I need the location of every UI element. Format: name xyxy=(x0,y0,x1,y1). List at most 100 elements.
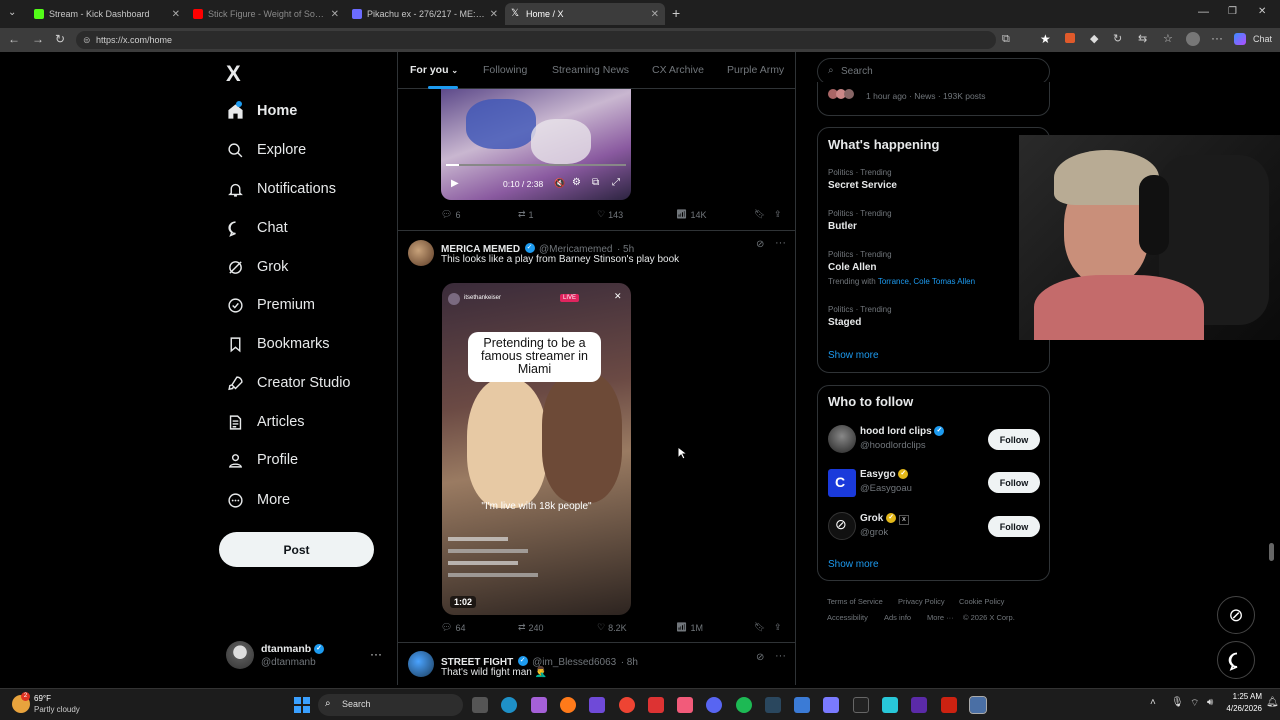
footer-link-privacy[interactable]: Privacy Policy xyxy=(898,597,945,606)
post-button[interactable]: Post xyxy=(219,532,374,567)
chat-button[interactable]: Chat xyxy=(1253,34,1272,44)
browser-tab-x[interactable]: 𝕏 Home / X ✕ xyxy=(505,3,665,25)
nav-explore[interactable]: Explore xyxy=(226,135,306,165)
user-name[interactable]: hood lord clips ✓ xyxy=(860,426,945,437)
show-more-link[interactable]: Show more xyxy=(828,559,879,570)
follow-button[interactable]: Follow xyxy=(988,472,1040,493)
reply-button[interactable]: 💬︎ 64 xyxy=(441,622,465,633)
menu-icon[interactable]: ··· xyxy=(1211,31,1223,45)
firefox-icon[interactable] xyxy=(560,697,576,713)
taskbar-search[interactable]: ⌕ Search xyxy=(318,694,463,716)
views-button[interactable]: 📶︎ 1M xyxy=(676,622,703,633)
grok-icon[interactable]: ⊘ xyxy=(756,239,764,250)
trend-item[interactable]: Politics · Trending Butler xyxy=(828,209,892,232)
spotify-icon[interactable] xyxy=(736,697,752,713)
app-icon[interactable] xyxy=(969,696,987,714)
windows-start-icon[interactable] xyxy=(294,697,310,713)
trend-item[interactable]: Politics · Trending Staged xyxy=(828,305,892,328)
bookmark-button[interactable]: 🔖︎ xyxy=(754,622,765,633)
app-icon[interactable] xyxy=(589,697,605,713)
like-button[interactable]: ♡ 8.2K xyxy=(597,622,627,633)
tab-cx-archive[interactable]: CX Archive xyxy=(652,64,704,76)
nav-profile[interactable]: Profile xyxy=(226,445,298,475)
follow-button[interactable]: Follow xyxy=(988,516,1040,537)
user-avatar[interactable]: C xyxy=(828,469,856,497)
mute-icon[interactable]: 🔇 xyxy=(554,178,565,189)
browser-tab-pikachu[interactable]: Pikachu ex - 276/217 - ME: Ascen ✕ xyxy=(346,3,504,25)
search-box[interactable]: ⌕ Search xyxy=(817,58,1050,85)
window-close-icon[interactable]: ✕ xyxy=(1258,6,1266,17)
reply-button[interactable]: 💬︎ 6 xyxy=(441,209,460,220)
task-view-icon[interactable] xyxy=(472,697,488,713)
play-icon[interactable]: ▶ xyxy=(451,178,459,189)
follow-button[interactable]: Follow xyxy=(988,429,1040,450)
minimize-icon[interactable]: — xyxy=(1198,6,1209,18)
clock-time[interactable]: 1:25 AM xyxy=(1222,692,1262,701)
post-video[interactable]: itsethankeiser LIVE ✕ Pretending to be a… xyxy=(442,283,631,615)
close-icon[interactable]: ✕ xyxy=(331,9,339,20)
favorite-star-icon[interactable]: ★ xyxy=(1040,32,1051,46)
split-screen-icon[interactable]: ⇆ xyxy=(1138,32,1147,45)
trend-item[interactable]: Politics · Trending Cole Allen Trending w… xyxy=(828,250,975,286)
extension-icon[interactable]: ↻ xyxy=(1113,32,1122,45)
nav-home[interactable]: Home xyxy=(226,96,297,126)
nav-bookmarks[interactable]: Bookmarks xyxy=(226,329,330,359)
news-card[interactable]: 1 hour ago · News · 193K posts xyxy=(817,82,1050,116)
grok-icon[interactable]: ⊘ xyxy=(756,652,764,663)
bookmark-button[interactable]: 🔖︎ xyxy=(754,209,765,220)
tab-purple-army[interactable]: Purple Army xyxy=(727,64,784,76)
nav-chat[interactable]: Chat xyxy=(226,213,288,243)
author-avatar[interactable] xyxy=(408,240,434,266)
close-icon[interactable]: ✕ xyxy=(614,291,622,302)
footer-link-cookies[interactable]: Cookie Policy xyxy=(959,597,1004,606)
refresh-icon[interactable]: ↻ xyxy=(55,32,65,46)
maximize-icon[interactable]: ❐ xyxy=(1228,6,1237,17)
user-avatar[interactable] xyxy=(828,425,856,453)
video-progress-track[interactable] xyxy=(446,164,626,166)
app-icon[interactable]: ⧉ xyxy=(1002,33,1010,46)
edge-icon[interactable] xyxy=(501,697,517,713)
app-icon[interactable] xyxy=(853,697,869,713)
app-icon[interactable] xyxy=(648,697,664,713)
footer-link-more[interactable]: More ··· xyxy=(927,613,954,622)
app-icon[interactable] xyxy=(531,697,547,713)
footer-link-terms[interactable]: Terms of Service xyxy=(827,597,883,606)
app-icon[interactable] xyxy=(882,697,898,713)
post-video[interactable]: ▶ 0:10 / 2:38 🔇 ⚙ ⧉ ⤢ xyxy=(441,89,631,200)
fullscreen-icon[interactable]: ⤢ xyxy=(612,177,620,188)
user-avatar[interactable]: ⊘ xyxy=(828,512,856,540)
profile-avatar[interactable] xyxy=(1186,32,1200,46)
trend-item[interactable]: Politics · Trending Secret Service xyxy=(828,168,897,191)
footer-link-ads-info[interactable]: Ads info xyxy=(884,613,911,622)
nav-premium[interactable]: Premium xyxy=(226,290,315,320)
account-avatar[interactable] xyxy=(226,641,254,669)
extension-icon[interactable]: ◆ xyxy=(1090,32,1098,45)
account-menu-icon[interactable]: ··· xyxy=(370,647,382,661)
music-icon[interactable] xyxy=(677,697,693,713)
forward-icon[interactable]: → xyxy=(32,32,44,46)
user-name[interactable]: Easygo ✓ xyxy=(860,469,909,480)
discord-icon[interactable] xyxy=(706,697,722,713)
trend-related-links[interactable]: Torrance, Cole Tomas Allen xyxy=(878,277,975,286)
notifications-icon[interactable]: 🔔︎ xyxy=(1266,697,1279,708)
scrollbar-thumb[interactable] xyxy=(1269,543,1274,561)
tab-streaming-news[interactable]: Streaming News xyxy=(552,64,629,76)
repost-button[interactable]: ⇄ 240 xyxy=(518,622,544,633)
microphone-icon[interactable]: 🎙︎ xyxy=(1171,697,1184,708)
share-button[interactable]: ⇪ xyxy=(774,209,782,220)
new-tab-icon[interactable]: + xyxy=(672,5,680,21)
views-button[interactable]: 📶︎ 14K xyxy=(676,209,706,220)
app-icon[interactable] xyxy=(941,697,957,713)
weather-temp[interactable]: 69°F xyxy=(34,694,51,703)
tab-following[interactable]: Following xyxy=(483,64,527,76)
back-icon[interactable]: ← xyxy=(8,32,20,46)
app-icon[interactable] xyxy=(823,697,839,713)
favorites-icon[interactable]: ☆ xyxy=(1163,32,1173,45)
steam-icon[interactable] xyxy=(765,697,781,713)
chevron-up-icon[interactable]: ˄ xyxy=(1150,697,1156,708)
more-options-icon[interactable]: ··· xyxy=(775,650,786,662)
obs-icon[interactable] xyxy=(619,697,635,713)
more-options-icon[interactable]: ··· xyxy=(775,237,786,249)
browser-tab-kick[interactable]: Stream - Kick Dashboard ✕ xyxy=(28,3,186,25)
app-icon[interactable] xyxy=(794,697,810,713)
